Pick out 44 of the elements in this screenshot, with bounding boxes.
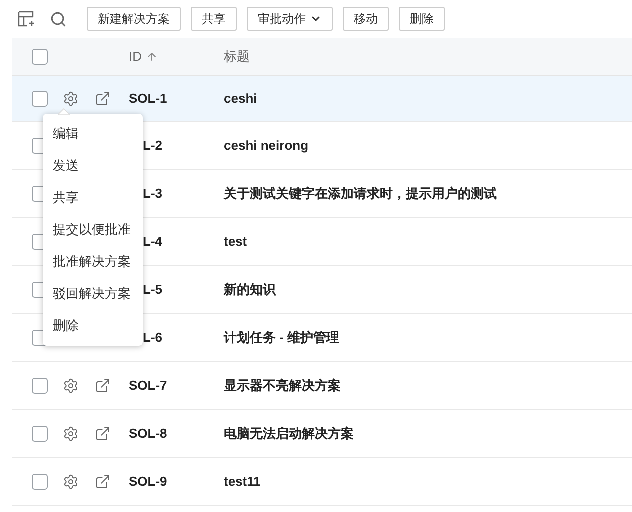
toolbar-button[interactable]: 新建解决方案 [87, 7, 181, 31]
table-add-icon[interactable] [18, 11, 36, 27]
toolbar-button[interactable]: 删除 [399, 7, 445, 31]
checkbox[interactable] [32, 378, 48, 394]
sort-arrow-icon [146, 50, 158, 62]
toolbar-button[interactable]: 共享 [191, 7, 237, 31]
search-icon[interactable] [50, 10, 67, 28]
toolbar-button[interactable]: 审批动作 [247, 7, 333, 31]
open-link-icon[interactable] [95, 474, 111, 490]
title-cell-text: 计划任务 - 维护管理 [224, 328, 340, 347]
id-cell: SOL-1 [129, 90, 168, 106]
title-cell-text: test [224, 232, 248, 251]
id-cell: L-4 [143, 234, 162, 248]
open-link-icon[interactable] [95, 378, 111, 394]
title-cell-text: ceshi neirong [224, 136, 309, 155]
menu-item[interactable]: 共享 [43, 182, 143, 214]
column-header[interactable]: ID [129, 46, 142, 66]
open-link-icon[interactable] [95, 426, 111, 442]
id-cell: L-2 [143, 138, 162, 152]
menu-item[interactable]: 驳回解决方案 [43, 278, 143, 310]
toolbar-button[interactable]: 移动 [343, 7, 389, 31]
id-cell: SOL-8 [129, 426, 168, 440]
table-row[interactable]: SOL-1 ceshi [12, 76, 632, 122]
title-cell-text: test11 [224, 472, 261, 491]
checkbox[interactable] [32, 426, 48, 442]
title-cell-text: 关于测试关键字在添加请求时，提示用户的测试 [224, 184, 497, 203]
id-cell: L-3 [143, 186, 162, 200]
id-cell: SOL-9 [129, 474, 168, 488]
open-link-icon[interactable] [95, 90, 111, 106]
title-cell-text: 新的知识 [224, 280, 276, 299]
gear-icon[interactable] [63, 90, 79, 106]
id-cell: L-6 [143, 330, 162, 344]
gear-icon[interactable] [63, 378, 79, 394]
checkbox[interactable] [32, 48, 48, 64]
title-cell-text: 显示器不亮解决方案 [224, 376, 341, 395]
gear-icon[interactable] [63, 426, 79, 442]
title-cell-text: ceshi [224, 90, 258, 108]
gear-icon[interactable] [63, 474, 79, 490]
title-cell-text: 电脑无法启动解决方案 [224, 424, 354, 443]
checkbox[interactable] [32, 474, 48, 490]
checkbox[interactable] [32, 90, 48, 106]
id-cell: SOL-7 [129, 378, 168, 392]
id-cell: L-5 [143, 282, 162, 296]
column-header[interactable]: 标题 [224, 46, 250, 66]
